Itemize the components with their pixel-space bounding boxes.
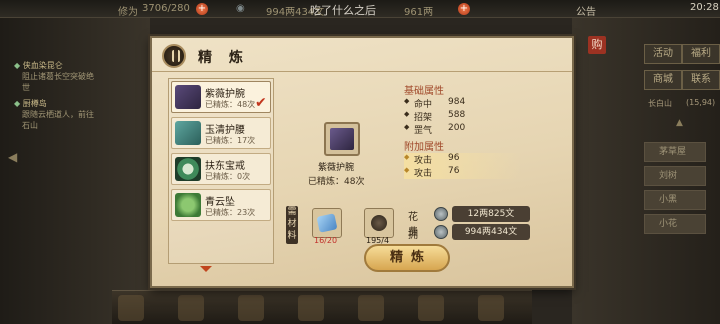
cultivation-value: 3706/280 xyxy=(142,3,190,14)
extra-attr-heading: 附加属性 xyxy=(404,142,444,153)
scroll-down-arrow-icon[interactable] xyxy=(200,266,212,272)
location-coords: (15,94) xyxy=(686,98,716,107)
attr-value: 96 xyxy=(448,153,460,163)
npc-item[interactable]: 小黑 xyxy=(644,190,706,210)
refine-emblem-icon xyxy=(162,44,186,68)
equipment-refine-count: 已精炼：17次 xyxy=(205,136,256,145)
equipment-name: 玉清护腰 xyxy=(205,125,245,136)
clock: 20:28 xyxy=(690,2,719,13)
quest-title: 侠血染昆仑 xyxy=(22,61,63,70)
location-name: 长白山 xyxy=(648,99,672,108)
preview-refine-count: 已精炼：48次 xyxy=(308,177,365,187)
dialog-header: 精 炼 xyxy=(152,38,572,72)
equipment-name: 扶东宝戒 xyxy=(205,161,245,172)
preview-slot xyxy=(324,122,360,156)
top-hud: 修为 3706/280 + ◉ 994两434文 吃了什么之后 961两 + 公… xyxy=(0,0,720,18)
attr-label: 招架 xyxy=(414,113,433,123)
wristguard-icon xyxy=(175,85,201,109)
equipment-refine-count: 已精炼：48次 xyxy=(205,100,256,109)
toolbar-icon[interactable] xyxy=(118,295,144,321)
attr-row: 攻击 76 xyxy=(404,166,522,179)
collapse-arrow-icon[interactable]: ◀ xyxy=(8,150,17,164)
equipment-refine-count: 已精炼：0次 xyxy=(205,172,251,181)
toolbar-icon[interactable] xyxy=(298,295,324,321)
equipment-item[interactable]: 青云坠 已精炼：23次 xyxy=(171,189,271,221)
notice-button[interactable]: 公告 xyxy=(576,3,596,18)
silver-coin-icon: ◉ xyxy=(236,3,245,14)
quest-desc: 阻止诸葛长空突破绝世 xyxy=(22,72,94,92)
equipment-preview: 紫薇护腕 已精炼：48次 xyxy=(282,82,400,200)
toolbar-icon[interactable] xyxy=(358,295,384,321)
owned-value: 994两434文 xyxy=(452,224,530,240)
toolbar-icon[interactable] xyxy=(478,295,504,321)
bottom-toolbar xyxy=(112,290,532,324)
attr-value: 76 xyxy=(448,166,460,176)
base-attr-heading: 基础属性 xyxy=(404,86,444,97)
attr-label: 命中 xyxy=(414,100,433,110)
attr-value: 200 xyxy=(448,123,466,133)
equipment-refine-count: 已精炼：23次 xyxy=(205,208,256,217)
close-button[interactable]: 购 xyxy=(588,36,606,54)
preview-name: 紫薇护腕 xyxy=(318,163,355,173)
attr-value: 984 xyxy=(448,97,466,107)
attr-label: 攻击 xyxy=(414,156,433,166)
quest-desc: 跟随云栖道人，前往石山 xyxy=(22,110,94,130)
attr-row: 命中 984 xyxy=(404,97,522,110)
dialog-title: 精 炼 xyxy=(198,50,249,66)
scene-title: 吃了什么之后 xyxy=(310,4,376,17)
cultivation-label: 修为 xyxy=(118,7,138,18)
refine-button[interactable]: 精炼 xyxy=(364,244,450,272)
attr-row: 招架 588 xyxy=(404,110,522,123)
equipment-item[interactable]: 玉清护腰 已精炼：17次 xyxy=(171,117,271,149)
selected-check-icon: ✔ xyxy=(255,95,267,111)
quest-1[interactable]: ◆ 侠血染昆仑 阻止诸葛长空突破绝世 xyxy=(14,60,94,93)
ring-icon xyxy=(175,157,201,181)
material-slot[interactable] xyxy=(312,208,342,238)
attr-value: 588 xyxy=(448,110,466,120)
refine-stone-icon xyxy=(316,213,338,233)
belt-icon xyxy=(175,121,201,145)
contact-button[interactable]: 联系 xyxy=(682,70,720,90)
welfare-button[interactable]: 福利 xyxy=(682,44,720,64)
equipment-item[interactable]: 扶东宝戒 已精炼：0次 xyxy=(171,153,271,185)
npc-item[interactable]: 刘树 xyxy=(644,166,706,186)
materials-label: 需材料 xyxy=(286,206,298,244)
gold-value: 961两 xyxy=(404,7,434,18)
pendant-icon xyxy=(175,193,201,217)
attr-label: 罡气 xyxy=(414,126,433,136)
charm-icon xyxy=(371,215,387,231)
equipment-name: 青云坠 xyxy=(205,197,235,208)
attr-row: 罡气 200 xyxy=(404,123,522,136)
silver-coin-icon xyxy=(434,225,448,239)
activity-button[interactable]: 活动 xyxy=(644,44,682,64)
silver-coin-icon xyxy=(434,207,448,221)
quest-title: 厨樽岛 xyxy=(22,99,47,108)
attr-row: 攻击 96 xyxy=(404,153,522,166)
npc-item[interactable]: 茅草屋 xyxy=(644,142,706,162)
shop-button[interactable]: 商城 xyxy=(644,70,682,90)
collapse-up-icon[interactable]: ▲ xyxy=(676,118,683,128)
refine-dialog: 精 炼 紫薇护腕 已精炼：48次 ✔ 玉清护腰 已精炼：17次 扶东宝戒 已精炼… xyxy=(150,36,574,288)
equipment-list: 紫薇护腕 已精炼：48次 ✔ 玉清护腰 已精炼：17次 扶东宝戒 已精炼：0次 … xyxy=(168,78,274,264)
npc-item[interactable]: 小花 xyxy=(644,214,706,234)
material-slot[interactable] xyxy=(364,208,394,238)
attribute-panel: 基础属性 命中 984 招架 588 罡气 200 附加属性 攻击 96 攻击 … xyxy=(404,82,522,179)
toolbar-icon[interactable] xyxy=(178,295,204,321)
add-cultivation-button[interactable]: + xyxy=(196,3,208,15)
equipment-name: 紫薇护腕 xyxy=(205,89,245,100)
add-gold-button[interactable]: + xyxy=(458,3,470,15)
toolbar-icon[interactable] xyxy=(238,295,264,321)
wristguard-icon xyxy=(330,128,354,150)
attr-label: 攻击 xyxy=(414,169,433,179)
cost-value: 12两825文 xyxy=(452,206,530,222)
toolbar-icon[interactable] xyxy=(418,295,444,321)
equipment-item[interactable]: 紫薇护腕 已精炼：48次 ✔ xyxy=(171,81,271,113)
quest-2[interactable]: ◆ 厨樽岛 跟随云栖道人，前往石山 xyxy=(14,98,94,131)
material-count: 16/20 xyxy=(314,236,338,245)
